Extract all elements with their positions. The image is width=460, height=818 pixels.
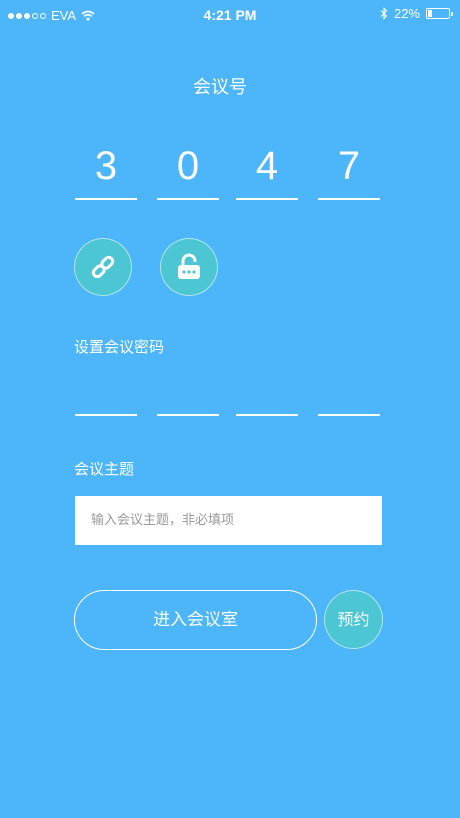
meeting-digit-2: 0 xyxy=(157,140,219,200)
status-right: 22% xyxy=(380,6,453,21)
unlock-button[interactable] xyxy=(160,238,218,296)
unlock-icon xyxy=(178,253,200,279)
battery-icon xyxy=(426,8,453,19)
meeting-digit-1: 3 xyxy=(75,140,137,200)
password-slot-3[interactable] xyxy=(236,350,298,416)
link-icon xyxy=(91,255,115,279)
password-slots[interactable] xyxy=(75,350,380,416)
enter-meeting-button[interactable]: 进入会议室 xyxy=(74,590,317,650)
reserve-button[interactable]: 预约 xyxy=(324,590,383,649)
bluetooth-icon xyxy=(380,7,388,20)
status-bar: EVA 4:21 PM 22% xyxy=(0,0,460,30)
password-slot-4[interactable] xyxy=(318,350,380,416)
battery-percent: 22% xyxy=(393,6,420,21)
password-slot-2[interactable] xyxy=(157,350,219,416)
meeting-number-digits: 3 0 4 7 xyxy=(75,140,380,200)
meeting-digit-4: 7 xyxy=(318,140,380,200)
battery-tip xyxy=(451,12,453,16)
meeting-number-heading: 会议号 xyxy=(193,77,247,98)
topic-input[interactable] xyxy=(75,496,382,545)
topic-label: 会议主题 xyxy=(74,460,135,478)
meeting-digit-3: 4 xyxy=(236,140,298,200)
share-link-button[interactable] xyxy=(74,238,132,296)
battery-fill xyxy=(428,10,432,17)
password-slot-1[interactable] xyxy=(75,350,137,416)
